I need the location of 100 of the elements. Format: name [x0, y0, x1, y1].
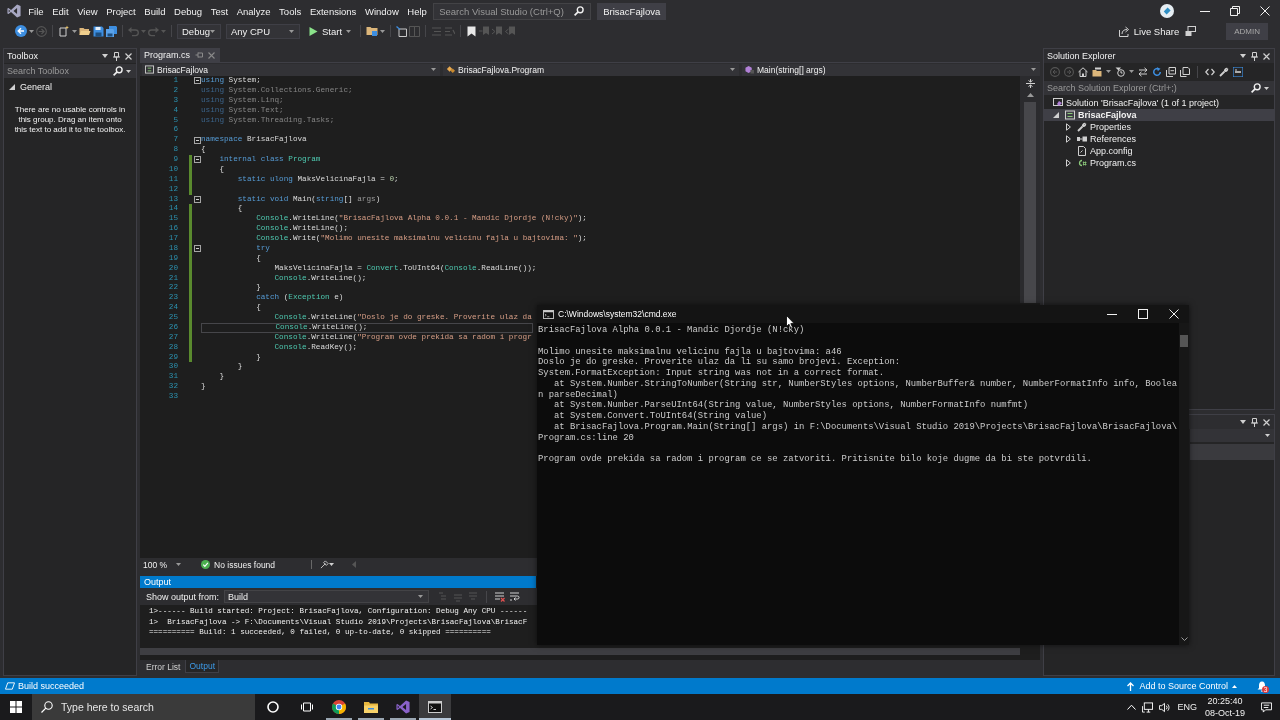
- tree-item[interactable]: Properties: [1044, 121, 1274, 133]
- cursor-box-icon[interactable]: [396, 25, 408, 37]
- chevron-up-icon[interactable]: [1127, 704, 1137, 710]
- member-dropdown[interactable]: Main(string[] args): [742, 63, 1040, 76]
- scrollbar-thumb[interactable]: [1180, 335, 1188, 347]
- panel-tab[interactable]: Output: [185, 660, 219, 673]
- open-folder-icon[interactable]: [79, 25, 91, 37]
- source-control-button[interactable]: Add to Source Control: [1126, 681, 1237, 691]
- menu-item[interactable]: Project: [101, 3, 141, 19]
- restore-icon[interactable]: [1230, 6, 1240, 16]
- fold-minus-icon[interactable]: [194, 136, 201, 144]
- swap-arrows-icon[interactable]: [1138, 66, 1148, 77]
- panel-tab[interactable]: Error List: [143, 660, 184, 673]
- vertical-scrollbar[interactable]: [1020, 76, 1040, 303]
- caret-icon[interactable]: [29, 29, 34, 33]
- toolbox-group-header[interactable]: General: [4, 80, 136, 93]
- brush-icon[interactable]: [320, 560, 330, 569]
- tree-item[interactable]: App.config: [1044, 145, 1274, 157]
- speaker-icon[interactable]: [1159, 701, 1171, 713]
- minimize-icon[interactable]: [1106, 313, 1117, 315]
- search-field[interactable]: Search Visual Studio (Ctrl+Q): [433, 2, 592, 20]
- new-item-icon[interactable]: [58, 25, 70, 37]
- bookmark-icon[interactable]: [466, 25, 478, 37]
- vertical-scrollbar[interactable]: [1179, 323, 1189, 645]
- tree-item[interactable]: Program.cs: [1044, 157, 1274, 169]
- expanded-triangle-icon[interactable]: [9, 83, 15, 90]
- zoom-dropdown[interactable]: 100 %: [140, 559, 188, 570]
- fold-minus-icon[interactable]: [194, 77, 201, 85]
- maximize-icon[interactable]: [1137, 309, 1148, 319]
- feedback-icon[interactable]: [1185, 25, 1197, 37]
- split-view-icon[interactable]: [1025, 79, 1035, 88]
- language-indicator[interactable]: ENG: [1177, 702, 1197, 712]
- dropdown-caret-icon[interactable]: [1240, 54, 1246, 58]
- clear-lines-icon[interactable]: [495, 591, 506, 602]
- scroll-up-arrow-icon[interactable]: [1026, 93, 1034, 97]
- expanded-triangle-icon[interactable]: [1053, 112, 1059, 118]
- pin-icon[interactable]: [1251, 51, 1258, 61]
- ring-icon[interactable]: [267, 701, 279, 713]
- search-field[interactable]: Search Toolbox: [4, 64, 136, 78]
- search-field[interactable]: Type here to search: [32, 694, 255, 720]
- menu-item[interactable]: View: [72, 3, 102, 19]
- type-dropdown[interactable]: BrisacFajlova.Program: [443, 63, 739, 76]
- platform-dropdown[interactable]: Any CPU: [226, 23, 300, 39]
- message-icon[interactable]: [1261, 701, 1272, 713]
- caret-icon[interactable]: [1106, 70, 1111, 73]
- dropdown-caret-icon[interactable]: [102, 54, 108, 58]
- tree-item[interactable]: References: [1044, 133, 1274, 145]
- tree-item[interactable]: BrisacFajlova: [1044, 109, 1274, 121]
- object-selector-field[interactable]: [1190, 429, 1274, 442]
- menu-item[interactable]: Build: [140, 3, 170, 19]
- caret-icon[interactable]: [1129, 70, 1134, 73]
- folder-icon[interactable]: [366, 25, 379, 37]
- clock-date[interactable]: 08-Oct-19: [1204, 707, 1245, 719]
- tree-item[interactable]: Solution 'BrisacFajlova' (1 of 1 project): [1044, 97, 1274, 109]
- clock-filter-icon[interactable]: [1115, 66, 1125, 77]
- clock-time[interactable]: 20:25:40: [1207, 695, 1243, 707]
- collapsed-triangle-icon[interactable]: [1065, 159, 1071, 167]
- pin-icon[interactable]: [1251, 417, 1258, 427]
- four-squares-icon[interactable]: [10, 701, 22, 713]
- output-source-dropdown[interactable]: Build: [224, 590, 430, 603]
- back-arrow-icon[interactable]: [15, 25, 27, 37]
- word-wrap-icon[interactable]: [510, 591, 521, 602]
- fold-minus-icon[interactable]: [194, 195, 201, 203]
- task-view-icon[interactable]: [301, 701, 313, 713]
- close-icon[interactable]: [125, 52, 132, 60]
- fold-minus-icon[interactable]: [194, 156, 201, 164]
- scrollbar-thumb[interactable]: [1024, 102, 1036, 303]
- menu-item[interactable]: Edit: [47, 3, 73, 19]
- code-brackets-icon[interactable]: [1205, 66, 1215, 77]
- pin-icon[interactable]: [113, 51, 120, 61]
- taskbar-button[interactable]: [419, 694, 451, 720]
- wrench-icon[interactable]: [1219, 66, 1229, 77]
- collapsed-triangle-icon[interactable]: [1065, 135, 1071, 143]
- home-icon[interactable]: [1078, 66, 1088, 77]
- avatar-icon[interactable]: [1160, 4, 1174, 18]
- refresh-icon[interactable]: [1152, 66, 1162, 77]
- account-button[interactable]: ADMIN: [1226, 22, 1268, 40]
- horizontal-scrollbar[interactable]: [140, 648, 1020, 655]
- collapsed-triangle-icon[interactable]: [1065, 123, 1071, 131]
- menu-item[interactable]: Extensions: [305, 3, 361, 19]
- menu-item[interactable]: Tools: [274, 3, 306, 19]
- minimize-icon[interactable]: [1200, 10, 1210, 12]
- save-all-icon[interactable]: [106, 25, 117, 37]
- preview-toggle-icon[interactable]: [1233, 66, 1243, 77]
- menu-item[interactable]: Window: [360, 3, 404, 19]
- live-share-button[interactable]: Live Share: [1118, 25, 1180, 37]
- dropdown-caret-icon[interactable]: [1240, 420, 1246, 424]
- project-dropdown[interactable]: BrisacFajlova: [142, 63, 440, 76]
- configuration-dropdown[interactable]: Debug: [177, 23, 221, 39]
- issues-status[interactable]: No issues found: [214, 559, 276, 570]
- close-icon[interactable]: [1263, 418, 1270, 426]
- menu-item[interactable]: Help: [403, 3, 432, 19]
- collapse-icon[interactable]: [1166, 66, 1176, 77]
- start-button[interactable]: Start: [305, 23, 356, 39]
- caret-icon[interactable]: [72, 29, 77, 33]
- search-field[interactable]: Search Solution Explorer (Ctrl+;): [1044, 81, 1274, 95]
- fold-minus-icon[interactable]: [194, 245, 201, 253]
- caret-icon[interactable]: [329, 563, 335, 566]
- copy-files-icon[interactable]: [1180, 66, 1190, 77]
- monitor-icon[interactable]: [1142, 701, 1154, 713]
